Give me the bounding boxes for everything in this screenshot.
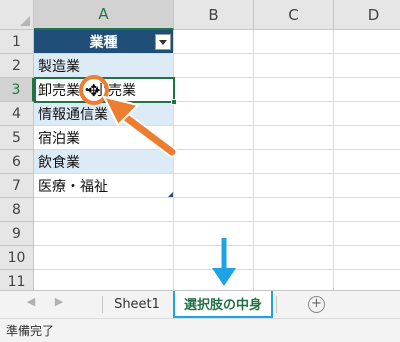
cell-c1[interactable] xyxy=(254,30,334,54)
cell-c2[interactable] xyxy=(254,54,334,78)
cell-b5[interactable] xyxy=(174,126,254,150)
cell-c9[interactable] xyxy=(254,222,334,246)
cell-d2[interactable] xyxy=(334,54,400,78)
previous-sheet-arrow-icon[interactable]: ◀ xyxy=(24,295,38,308)
cell-a8[interactable] xyxy=(34,198,174,222)
move-cursor-icon: ✥ xyxy=(87,81,101,100)
cell-b3[interactable] xyxy=(174,78,254,102)
cell-d5[interactable] xyxy=(334,126,400,150)
cell-b11[interactable] xyxy=(174,270,254,290)
fill-handle[interactable] xyxy=(171,99,177,105)
cell-d11[interactable] xyxy=(334,270,400,290)
cell-d3[interactable] xyxy=(334,78,400,102)
cell-c4[interactable] xyxy=(254,102,334,126)
tab-divider xyxy=(102,296,103,313)
cell-b7[interactable] xyxy=(174,174,254,198)
column-header-b[interactable]: B xyxy=(174,0,254,30)
cell-d10[interactable] xyxy=(334,246,400,270)
cell-b8[interactable] xyxy=(174,198,254,222)
table-cell-a5[interactable]: 宿泊業 xyxy=(34,126,174,150)
row-header-10[interactable]: 10 xyxy=(0,246,34,270)
row-header-9[interactable]: 9 xyxy=(0,222,34,246)
cell-c8[interactable] xyxy=(254,198,334,222)
next-sheet-arrow-icon[interactable]: ▶ xyxy=(52,295,66,308)
row-header-2[interactable]: 2 xyxy=(0,54,34,78)
cell-c10[interactable] xyxy=(254,246,334,270)
cell-b2[interactable] xyxy=(174,54,254,78)
row-header-11[interactable]: 11 xyxy=(0,270,34,290)
cell-d4[interactable] xyxy=(334,102,400,126)
worksheet-grid[interactable]: A B C D 1 2 3 4 5 6 7 8 9 10 11 業種 製造業 卸… xyxy=(0,0,400,290)
table-cell-a6[interactable]: 飲食業 xyxy=(34,150,174,174)
sheet-tab-bar: ◀ ▶ Sheet1 選択肢の中身 + xyxy=(0,290,400,318)
add-sheet-icon[interactable]: + xyxy=(308,296,325,313)
select-all-triangle-icon xyxy=(20,16,30,26)
filter-dropdown-button[interactable] xyxy=(155,34,171,50)
column-header-c[interactable]: C xyxy=(254,0,334,30)
cell-d9[interactable] xyxy=(334,222,400,246)
cell-c3[interactable] xyxy=(254,78,334,102)
cell-b9[interactable] xyxy=(174,222,254,246)
table-resize-handle[interactable] xyxy=(168,192,173,197)
cell-d8[interactable] xyxy=(334,198,400,222)
tab-sheet1[interactable]: Sheet1 xyxy=(104,291,170,318)
table-cell-a2[interactable]: 製造業 xyxy=(34,54,174,78)
table-cell-a7[interactable]: 医療・福祉 xyxy=(34,174,174,198)
select-all-corner[interactable] xyxy=(0,0,34,30)
row-header-4[interactable]: 4 xyxy=(0,102,34,126)
tab-choices[interactable]: 選択肢の中身 xyxy=(173,291,273,318)
cell-b1[interactable] xyxy=(174,30,254,54)
cell-c6[interactable] xyxy=(254,150,334,174)
cell-b6[interactable] xyxy=(174,150,254,174)
row-header-5[interactable]: 5 xyxy=(0,126,34,150)
table-header-cell[interactable]: 業種 xyxy=(34,30,174,54)
row-header-7[interactable]: 7 xyxy=(0,174,34,198)
status-bar: 準備完了 xyxy=(0,318,400,342)
cell-c11[interactable] xyxy=(254,270,334,290)
cell-a9[interactable] xyxy=(34,222,174,246)
cell-c5[interactable] xyxy=(254,126,334,150)
cell-a10[interactable] xyxy=(34,246,174,270)
cell-d7[interactable] xyxy=(334,174,400,198)
cell-a11[interactable] xyxy=(34,270,174,290)
column-header-a[interactable]: A xyxy=(34,0,174,30)
cell-d6[interactable] xyxy=(334,150,400,174)
column-header-d[interactable]: D xyxy=(334,0,400,30)
row-header-1[interactable]: 1 xyxy=(0,30,34,54)
status-text: 準備完了 xyxy=(6,324,55,338)
cell-d1[interactable] xyxy=(334,30,400,54)
row-header-6[interactable]: 6 xyxy=(0,150,34,174)
tab-divider xyxy=(276,296,277,313)
row-header-3[interactable]: 3 xyxy=(0,78,34,102)
row-header-8[interactable]: 8 xyxy=(0,198,34,222)
cell-c7[interactable] xyxy=(254,174,334,198)
filter-arrow-icon xyxy=(159,39,167,45)
cell-b4[interactable] xyxy=(174,102,254,126)
cell-b10[interactable] xyxy=(174,246,254,270)
table-cell-a4[interactable]: 情報通信業 xyxy=(34,102,174,126)
